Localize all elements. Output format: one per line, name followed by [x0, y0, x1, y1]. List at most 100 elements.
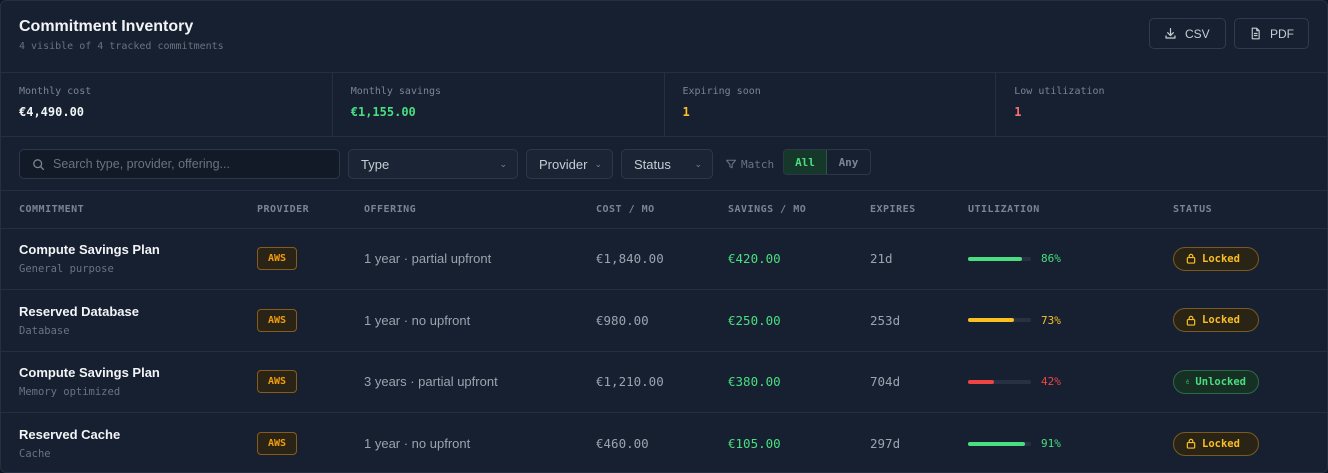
commitment-category: Database [19, 324, 70, 337]
commitments-table: COMMITMENT PROVIDER OFFERING COST / MO SAVIN… [1, 191, 1327, 473]
commitment-cell: Reserved Database Database [1, 289, 239, 352]
utilization-cell: 42% [950, 351, 1155, 413]
column-header[interactable]: OFFERING [346, 191, 578, 229]
filter-icon [725, 159, 737, 169]
savings-cell: €250.00 [710, 289, 852, 352]
provider-cell: AWS [239, 289, 346, 352]
lock-icon [1186, 438, 1196, 449]
table-row[interactable]: Compute Savings Plan General purpose AWS… [1, 228, 1327, 290]
status-badge[interactable]: Unlocked [1173, 369, 1259, 394]
utilization-cell: 73% [950, 289, 1155, 352]
chevron-down-icon: ⌄ [499, 158, 507, 169]
status-badge[interactable]: Locked [1173, 308, 1259, 333]
commitment-name: Compute Savings Plan [19, 242, 160, 258]
card-header: Commitment Inventory 4 visible of 4 trac… [1, 1, 1327, 73]
export-csv-button[interactable]: CSV [1149, 18, 1226, 49]
savings-cell: €105.00 [728, 436, 781, 451]
commitment-name: Reserved Database [19, 303, 139, 319]
commitment-name: Reserved Cache [19, 427, 121, 442]
search-input[interactable] [53, 157, 327, 171]
provider-badge: AWS [257, 432, 298, 455]
stat-label: Low utilization [1014, 86, 1105, 97]
commitment-category: Cache [19, 448, 51, 460]
match-label: Match [725, 149, 774, 179]
page-subtitle: 4 visible of 4 tracked commitments [19, 41, 224, 52]
commitment-cell: Compute Savings Plan General purpose [1, 228, 239, 290]
provider-filter-label: Provider [539, 156, 588, 172]
match-any-button[interactable]: Any [827, 150, 870, 174]
stat-card: Expiring soon 1 [665, 73, 997, 136]
utilization-indicator: 42% [968, 375, 1155, 388]
provider-cell: AWS [239, 228, 346, 290]
search-box[interactable] [19, 149, 340, 179]
commitment-category: General purpose [19, 263, 114, 276]
column-header[interactable]: PROVIDER [239, 191, 346, 229]
status-label: Locked [1202, 252, 1240, 265]
commitment-inventory-card: Commitment Inventory 4 visible of 4 trac… [0, 0, 1328, 473]
utilization-cell: 86% [950, 228, 1155, 290]
cost-cell: €1,210.00 [578, 351, 710, 413]
column-header[interactable]: COMMITMENT [1, 191, 239, 229]
stat-label: Monthly cost [19, 86, 92, 97]
offering-cell: 1 year · no upfront [364, 436, 471, 451]
type-filter-label: Type [361, 156, 390, 172]
unlock-icon [1186, 379, 1190, 384]
column-header[interactable]: EXPIRES [852, 191, 950, 229]
utilization-bar-fill [968, 441, 1026, 446]
commitment-cell: Compute Savings Plan Memory optimized [1, 351, 239, 413]
chevron-down-icon: ⌄ [694, 158, 702, 169]
export-pdf-button[interactable]: PDF [1234, 18, 1309, 49]
column-header[interactable]: SAVINGS / MO [710, 191, 852, 229]
stat-label: Monthly savings [350, 86, 442, 97]
stat-card: Low utilization 1 [996, 73, 1327, 136]
utilization-indicator: 73% [968, 314, 1155, 327]
match-all-button[interactable]: All [784, 150, 827, 174]
column-header[interactable]: COST / MO [578, 191, 710, 229]
summary-stats: Monthly cost €4,490.00 Monthly savings €1… [1, 73, 1327, 137]
cost-cell: €1,840.00 [578, 228, 710, 290]
status-label: Locked [1202, 314, 1240, 327]
utilization-indicator: 91% [968, 437, 1155, 450]
provider-cell: AWS [239, 351, 346, 413]
column-header[interactable]: STATUS [1155, 191, 1327, 229]
filter-bar: Type ⌄ Provider ⌄ Status ⌄ Match All Any [1, 137, 1327, 191]
utilization-bar [968, 441, 1031, 446]
stat-label: Expiring soon [682, 86, 761, 97]
table-row[interactable]: Reserved Database Database AWS 1 year · … [1, 289, 1327, 352]
status-cell: Locked [1155, 289, 1327, 352]
status-cell: Locked [1155, 228, 1327, 290]
offering-cell: 1 year · partial upfront [346, 228, 578, 290]
utilization-bar-fill [968, 256, 1023, 261]
commitment-name: Compute Savings Plan [19, 365, 160, 381]
search-icon [33, 158, 45, 170]
status-filter-select[interactable]: Status ⌄ [621, 149, 713, 179]
type-filter-select[interactable]: Type ⌄ [348, 149, 518, 179]
table-row[interactable]: Reserved Cache Cache AWS 1 year · no upf… [1, 413, 1327, 473]
stat-value: €1,155.00 [350, 105, 416, 119]
commitment-cell: Reserved Cache Cache [1, 413, 239, 473]
stat-card: Monthly cost €4,490.00 [1, 73, 333, 136]
table-row[interactable]: Compute Savings Plan Memory optimized AW… [1, 351, 1327, 413]
match-text: Match [741, 157, 775, 171]
offering-cell: 3 years · partial upfront [346, 351, 578, 413]
provider-filter-select[interactable]: Provider ⌄ [526, 149, 613, 179]
cost-cell: €460.00 [596, 436, 649, 451]
status-badge[interactable]: Locked [1173, 246, 1259, 271]
utilization-bar [968, 318, 1031, 323]
column-header[interactable]: UTILIZATION [950, 191, 1155, 229]
export-csv-label: CSV [1185, 26, 1210, 41]
status-label: Locked [1202, 437, 1240, 450]
match-toggle: All Any [783, 149, 871, 175]
cost-cell: €980.00 [578, 289, 710, 352]
stat-card: Monthly savings €1,155.00 [333, 73, 665, 136]
page-title: Commitment Inventory [19, 18, 194, 35]
status-label: Unlocked [1195, 375, 1246, 388]
expires-cell: 704d [852, 351, 950, 413]
lock-icon [1186, 254, 1196, 264]
provider-cell: AWS [239, 413, 346, 473]
lock-icon [1186, 315, 1196, 326]
status-badge[interactable]: Locked [1173, 431, 1259, 456]
utilization-bar [968, 256, 1031, 261]
utilization-percent: 91% [1041, 437, 1061, 450]
provider-badge: AWS [257, 308, 298, 332]
